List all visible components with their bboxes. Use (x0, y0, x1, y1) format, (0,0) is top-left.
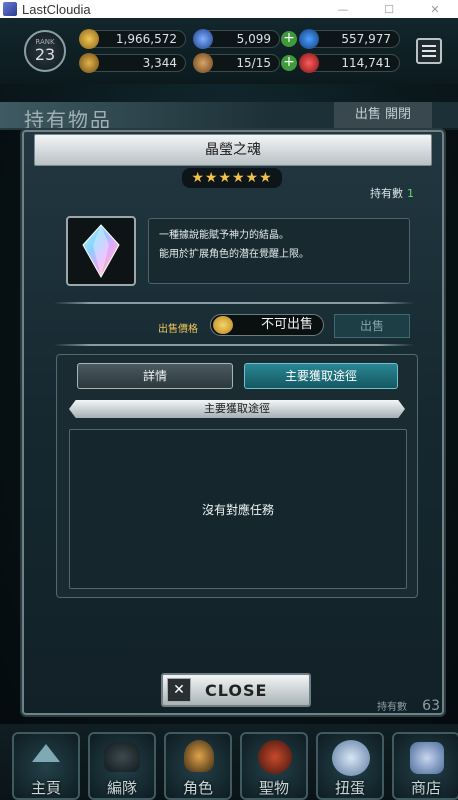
relic-icon (258, 740, 292, 774)
nav-label: 編隊 (106, 779, 137, 797)
close-label: CLOSE (205, 680, 268, 700)
nav-relic[interactable]: 聖物 (240, 732, 308, 800)
item-icon-frame (66, 216, 136, 286)
add-stamina-icon[interactable]: + (281, 55, 297, 71)
nav-gacha[interactable]: 扭蛋 (316, 732, 384, 800)
menu-icon-bar (422, 55, 436, 57)
nav-label: 商店 (410, 779, 441, 797)
sell-toggle-button[interactable]: 出售 開閉 (334, 102, 432, 128)
description-line-1: 一種據說能賦予神力的結晶。 (159, 230, 289, 241)
trophy-counter: 3,344 (79, 53, 186, 73)
blue-orb-icon (299, 29, 319, 49)
nav-label: 角色 (182, 779, 213, 797)
menu-icon-bar (422, 45, 436, 47)
owned-value: 1 (407, 187, 414, 200)
rank-badge[interactable]: RANK 23 (24, 30, 66, 72)
divider (54, 344, 414, 346)
red-resource-value: 114,741 (341, 56, 391, 70)
crystal-value: 5,099 (236, 32, 271, 46)
menu-icon-bar (422, 50, 436, 52)
app-icon (3, 2, 17, 16)
window-title: LastCloudia (22, 1, 91, 17)
coin-icon (213, 316, 233, 334)
description-line-2: 能用於扩展角色的潜在覺醒上限。 (159, 249, 309, 260)
top-hud: RANK 23 1,966,572 5,099 557,977 3,344 15… (0, 18, 458, 84)
rank-value: 23 (34, 45, 56, 64)
red-orb-icon (299, 53, 319, 73)
stamina-icon (193, 53, 213, 73)
nav-label: 聖物 (258, 779, 289, 797)
maximize-button[interactable]: ☐ (366, 0, 412, 18)
home-icon (32, 744, 60, 762)
gold-counter: 1,966,572 (79, 29, 186, 49)
window-controls: — ☐ ✕ (320, 0, 458, 18)
item-description: 一種據說能賦予神力的結晶。 能用於扩展角色的潜在覺醒上限。 (148, 218, 410, 284)
acquisition-list[interactable]: 沒有對應任務 (69, 429, 407, 589)
blue-resource-counter: 557,977 (299, 29, 400, 49)
nav-label: 扭蛋 (334, 779, 365, 797)
bottom-navigation: 主頁 編隊 角色 聖物 扭蛋 商店 (0, 724, 458, 800)
nav-party[interactable]: 編隊 (88, 732, 156, 800)
inventory-header: 持有物品 出售 開閉 (0, 102, 458, 132)
star-icons: ★★★★★★ (191, 170, 273, 186)
crystal-icon (82, 224, 120, 279)
character-icon (184, 740, 214, 772)
acquisition-section-header: 主要獲取途徑 (69, 400, 405, 418)
sell-price-value: 不可出售 (260, 317, 313, 332)
sell-price-label: 出售價格 (158, 324, 198, 335)
minimize-button[interactable]: — (320, 0, 366, 18)
crystal-icon (193, 29, 213, 49)
owned-label: 持有數 (370, 187, 403, 200)
nav-label: 主頁 (30, 779, 61, 797)
blue-resource-value: 557,977 (341, 32, 391, 46)
stamina-counter: 15/15 (193, 53, 280, 73)
party-icon (104, 742, 140, 772)
dialog-title: 晶瑩之魂 (34, 134, 432, 166)
close-button[interactable]: ✕ CLOSE (161, 673, 311, 707)
background-owned-label: 持有數 (376, 702, 407, 713)
crystal-counter: 5,099 (193, 29, 280, 49)
info-tabs-panel: 詳情 主要獲取途徑 主要獲取途徑 沒有對應任務 (56, 354, 418, 598)
add-crystal-icon[interactable]: + (281, 31, 297, 47)
item-detail-dialog: 晶瑩之魂 ★★★★★★ 持有數 1 一種據說能賦予神力的結晶。 能用於扩展角色的… (22, 130, 444, 715)
window-titlebar: LastCloudia — ☐ ✕ (0, 0, 458, 18)
trophy-value: 3,344 (142, 56, 177, 70)
main-menu-button[interactable] (416, 38, 442, 64)
gacha-icon (332, 740, 370, 776)
nav-character[interactable]: 角色 (164, 732, 232, 800)
stamina-value: 15/15 (236, 56, 271, 70)
sell-price-field: 不可出售 (210, 314, 324, 336)
game-screen: RANK 23 1,966,572 5,099 557,977 3,344 15… (0, 18, 458, 800)
tab-acquisition[interactable]: 主要獲取途徑 (244, 363, 398, 389)
nav-home[interactable]: 主頁 (12, 732, 80, 800)
background-owned-count: 持有數 63 (346, 697, 444, 715)
tab-details[interactable]: 詳情 (77, 363, 233, 389)
trophy-icon (79, 53, 99, 73)
owned-count: 持有數 1 (370, 185, 414, 201)
rarity-stars: ★★★★★★ (182, 168, 282, 188)
divider (54, 302, 414, 304)
close-icon: ✕ (167, 678, 191, 702)
red-resource-counter: 114,741 (299, 53, 400, 73)
gold-value: 1,966,572 (115, 32, 177, 46)
shop-icon (410, 742, 444, 774)
nav-shop[interactable]: 商店 (392, 732, 458, 800)
close-window-button[interactable]: ✕ (412, 0, 458, 18)
background-owned-value: 63 (422, 698, 440, 714)
gold-icon (79, 29, 99, 49)
sell-button[interactable]: 出售 (334, 314, 410, 338)
empty-message: 沒有對應任務 (201, 502, 274, 517)
